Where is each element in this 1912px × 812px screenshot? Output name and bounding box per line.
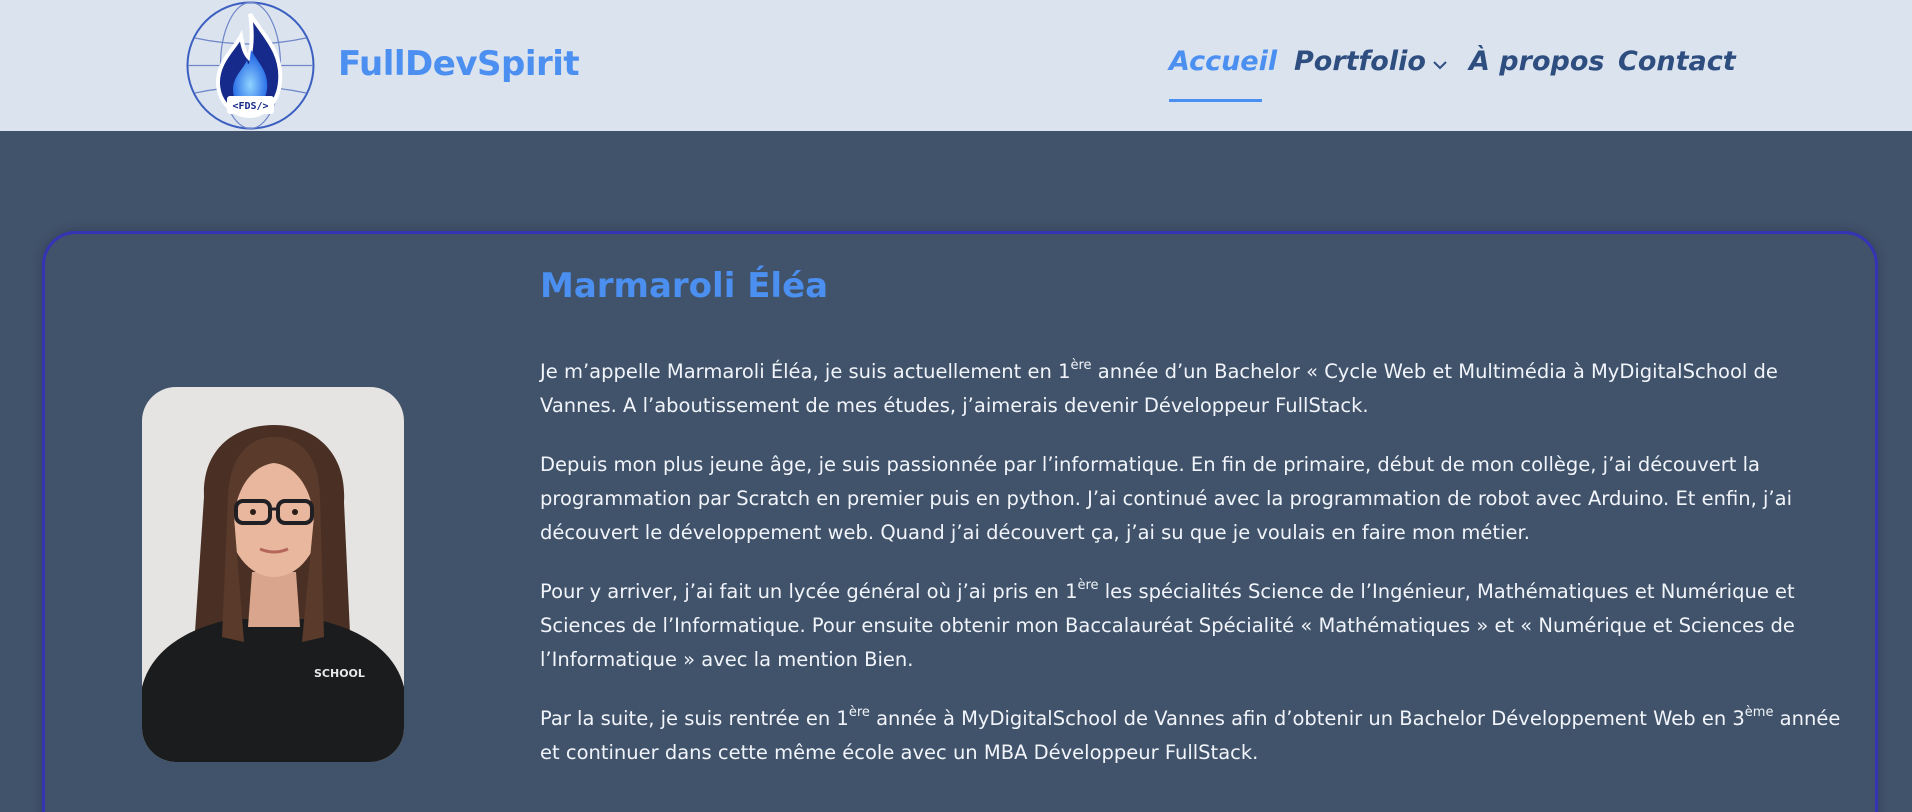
brand-name[interactable]: FullDevSpirit	[338, 44, 580, 84]
nav-portfolio-label: Portfolio	[1294, 46, 1426, 77]
hoodie-logo-text: SCHOOL	[314, 667, 365, 680]
bio-paragraph-2: Depuis mon plus jeune âge, je suis passi…	[540, 453, 1792, 544]
chevron-down-icon	[1432, 47, 1448, 78]
profile-photo: SCHOOL	[142, 387, 404, 762]
bio-paragraph-1: Je m’appelle Marmaroli Éléa, je suis act…	[540, 358, 1778, 417]
site-logo[interactable]: <FDS/>	[185, 0, 316, 131]
profile-name: Marmaroli Éléa	[540, 266, 829, 306]
nav-accueil[interactable]: Accueil	[1169, 46, 1277, 77]
site-header: <FDS/> FullDevSpirit Accueil Portfolio À…	[0, 0, 1912, 131]
active-nav-indicator	[1169, 99, 1262, 102]
bio-paragraph-4: Par la suite, je suis rentrée en 1ère an…	[540, 705, 1841, 764]
profile-bio: Je m’appelle Marmaroli Éléa, je suis act…	[540, 355, 1860, 795]
logo-text: <FDS/>	[232, 101, 268, 112]
nav-a-propos[interactable]: À propos	[1469, 46, 1604, 77]
nav-portfolio[interactable]: Portfolio	[1294, 46, 1448, 78]
nav-contact[interactable]: Contact	[1618, 46, 1736, 77]
bio-paragraph-3: Pour y arriver, j’ai fait un lycée génér…	[540, 578, 1795, 671]
